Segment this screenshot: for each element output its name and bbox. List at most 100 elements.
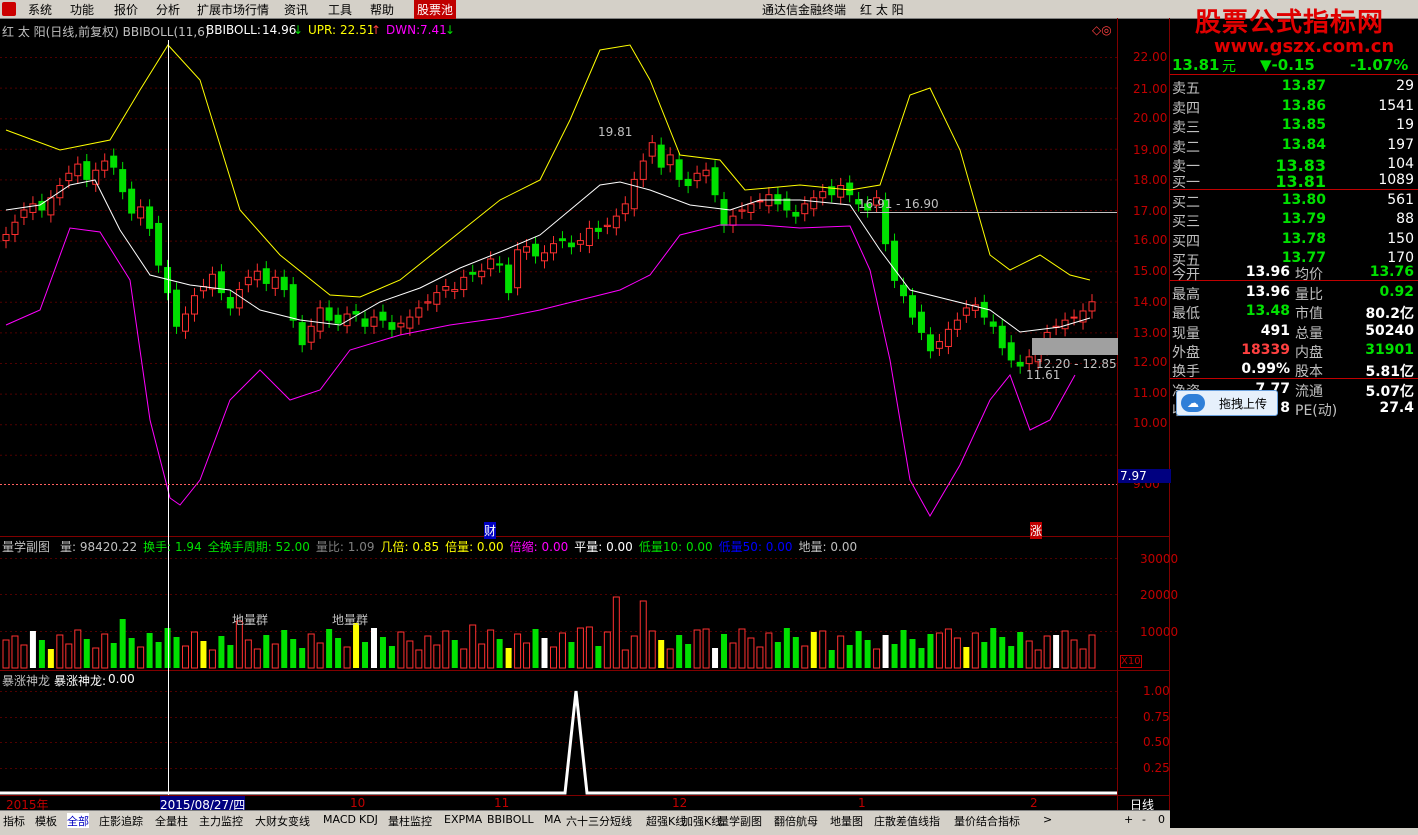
volume-field: 倍缩: 0.00	[509, 540, 569, 554]
indicator-grid	[0, 691, 1117, 769]
quote-volume: 1089	[1378, 172, 1414, 188]
indicator-tab[interactable]: MA	[544, 813, 561, 826]
indicator-tab[interactable]: MACD	[323, 813, 356, 826]
stat-value: 13.96	[1245, 283, 1290, 300]
quote-row[interactable]: 卖四 13.86 1541	[1170, 98, 1418, 117]
indicator-tab[interactable]: 全部	[67, 813, 89, 829]
stat-value: 0.92	[1379, 283, 1414, 300]
quote-price: 13.79	[1281, 211, 1326, 227]
y-tick: 20.00	[1133, 111, 1168, 125]
quote-row[interactable]: 卖五 13.87 29	[1170, 78, 1418, 97]
indicator-tab[interactable]: 加强K线	[682, 813, 722, 829]
range-box	[1032, 338, 1118, 355]
quote-price: 13.80	[1281, 191, 1326, 208]
tab-control-button[interactable]: -	[1142, 813, 1146, 826]
tab-control-button[interactable]: >	[1043, 813, 1052, 826]
stats-row: 最高 13.96 量比 0.92	[1170, 284, 1418, 303]
stat-value: 491	[1260, 322, 1290, 339]
upload-widget[interactable]: ☁ 拖拽上传	[1176, 390, 1278, 416]
indicator-tab[interactable]: 超强K线	[646, 813, 686, 829]
tab-control-button[interactable]: 0	[1158, 813, 1165, 826]
y-tick: 17.00	[1133, 204, 1168, 218]
ind-y-tick: 0.75	[1143, 710, 1170, 724]
quote-price: 13.86	[1281, 97, 1326, 114]
diliang-label: 地量群	[232, 613, 269, 627]
stat-label: 最低	[1172, 306, 1200, 322]
cai-badge[interactable]: 财	[484, 522, 497, 539]
price-row: 13.81 元 ▼-0.15 -1.07%	[1170, 56, 1418, 75]
quote-row[interactable]: 卖二 13.84 197	[1170, 137, 1418, 156]
ind-y-tick: 0.50	[1143, 735, 1170, 749]
quote-label: 买一	[1172, 175, 1200, 191]
indicator-tab[interactable]: 庄散差值线指	[874, 813, 940, 829]
tab-control-button[interactable]: +	[1124, 813, 1133, 826]
indicator-label: 暴涨神龙:	[54, 674, 107, 688]
date-label: 1	[858, 796, 866, 810]
volume-field: 低量10: 0.00	[638, 540, 713, 554]
candles	[2, 135, 1096, 374]
volume-field: 全换手周期: 52.00	[207, 540, 310, 554]
indicator-tab[interactable]: 量价结合指标	[954, 813, 1020, 829]
volume-chart-name: 量学副图	[2, 540, 51, 554]
y-tick: 12.00	[1133, 355, 1168, 369]
indicator-tab[interactable]: 主力监控	[199, 813, 243, 829]
indicator-tab[interactable]: BBIBOLL	[487, 813, 534, 826]
quote-label: 卖二	[1172, 139, 1200, 156]
volume-field: 换手: 1.94	[143, 540, 202, 554]
stat-value: 5.07亿	[1365, 383, 1414, 400]
indicator-tab[interactable]: 指标	[3, 813, 25, 829]
stats-row: 换手 0.99% 股本 5.81亿	[1170, 361, 1418, 380]
current-price: 13.81	[1172, 56, 1220, 74]
stat-value: 80.2亿	[1365, 306, 1414, 322]
stat-value: 31901	[1365, 342, 1414, 358]
quote-price: 13.87	[1281, 78, 1326, 94]
y-tick: 10.00	[1133, 416, 1168, 430]
stat-label: 总量	[1295, 325, 1323, 342]
quote-price: 13.81	[1275, 172, 1326, 191]
cloud-upload-icon: ☁	[1181, 394, 1205, 412]
high-annotation: 19.81	[598, 125, 633, 139]
indicator-tab[interactable]: 模板	[35, 813, 57, 829]
vol-unit: X10	[1120, 655, 1142, 668]
stat-label: 量比	[1295, 286, 1323, 303]
indicator-tab[interactable]: 量学副图	[718, 813, 762, 829]
stat-label: 流通	[1295, 383, 1323, 400]
quote-panel: 13.81 元 ▼-0.15 -1.07% 卖五 13.87 29 卖四 13.86 15…	[1170, 56, 1418, 420]
indicator-tab[interactable]: 翻倍航母	[774, 813, 818, 829]
stat-value: 27.4	[1379, 400, 1414, 416]
low-annotation: 11.61	[1026, 368, 1061, 382]
quote-row[interactable]: 买二 13.80 561	[1170, 192, 1418, 211]
quote-row[interactable]: 买三 13.79 88	[1170, 211, 1418, 230]
quote-volume: 29	[1396, 78, 1414, 94]
indicator-tab[interactable]: 大财女变线	[255, 813, 310, 829]
zhang-badge[interactable]: 涨	[1030, 522, 1043, 539]
indicator-tab[interactable]: EXPMA	[444, 813, 482, 826]
quote-row[interactable]: 买一 13.81 1089	[1170, 172, 1418, 191]
indicator-tab[interactable]: 六十三分短线	[566, 813, 632, 829]
vol-y-tick: 20000	[1140, 588, 1179, 602]
quote-volume: 561	[1387, 191, 1414, 208]
quote-row[interactable]: 买四 13.78 150	[1170, 231, 1418, 250]
indicator-tab[interactable]: 量柱监控	[388, 813, 432, 829]
volume-field: 地量: 0.00	[798, 540, 858, 554]
price-change-pct: -1.07%	[1350, 56, 1409, 74]
indicator-tab[interactable]: KDJ	[359, 813, 378, 826]
date-label: 12	[672, 796, 688, 810]
price-unit: 元	[1222, 59, 1236, 75]
range-annotation: 16.91 - 16.90	[858, 197, 939, 211]
price-grid	[0, 57, 1117, 456]
quote-price: 13.84	[1281, 136, 1326, 153]
stat-label: 均价	[1295, 267, 1323, 283]
volume-field: 几倍: 0.85	[380, 540, 440, 554]
indicator-name: 暴涨神龙	[2, 674, 51, 688]
stat-value: 5.81亿	[1365, 364, 1414, 380]
indicator-tab[interactable]: 地量图	[830, 813, 863, 829]
indicator-tab[interactable]: 全量柱	[155, 813, 188, 829]
indicator-tab[interactable]: 庄影追踪	[99, 813, 143, 829]
y-tick: 19.00	[1133, 143, 1168, 157]
indicator-value: 0.00	[108, 672, 135, 686]
quote-price: 13.78	[1281, 230, 1326, 247]
quote-row[interactable]: 卖三 13.85 19	[1170, 117, 1418, 136]
volume-bars	[2, 596, 1096, 669]
price-marker-label: 7.97	[1118, 469, 1171, 483]
